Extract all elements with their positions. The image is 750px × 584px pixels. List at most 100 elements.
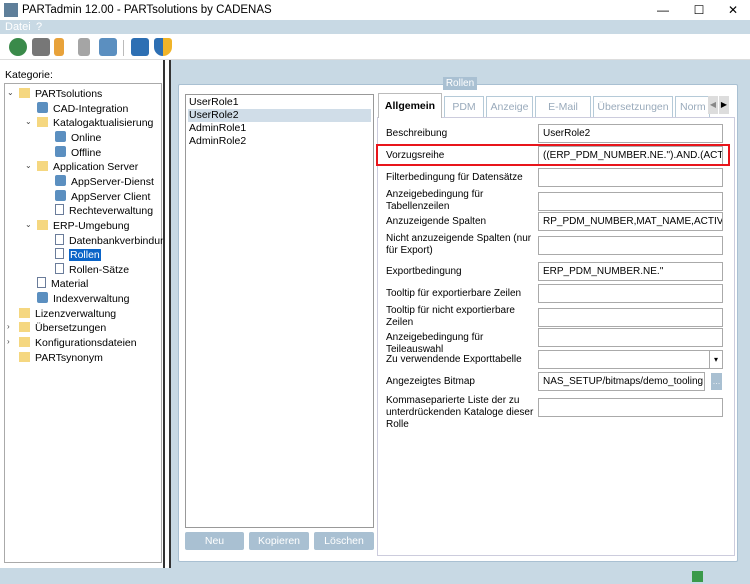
field-input[interactable] xyxy=(538,236,723,255)
minimize-button[interactable]: — xyxy=(646,0,680,20)
chevron-down-icon[interactable]: ▾ xyxy=(709,351,722,368)
tree-item[interactable]: Übersetzungen xyxy=(19,321,106,335)
document-icon xyxy=(55,262,64,274)
tree-item[interactable]: Katalogaktualisierung xyxy=(37,116,153,130)
role-list-item[interactable]: AdminRole2 xyxy=(188,135,371,148)
app-icon xyxy=(4,3,18,17)
menu-datei[interactable]: Datei xyxy=(5,21,31,33)
field-label: Anzeigebedingung für Tabellenzeilen xyxy=(386,189,484,212)
tree-item[interactable]: AppServer Client xyxy=(55,189,151,204)
tab-übersetzungen[interactable]: Übersetzungen xyxy=(593,96,673,117)
roles-group-legend: Rollen xyxy=(443,77,477,90)
tree-item[interactable]: PARTsolutions xyxy=(19,87,102,101)
tree-item[interactable]: Rollen xyxy=(55,248,101,262)
tree-item-label: Übersetzungen xyxy=(35,322,107,335)
tab-scroll-right[interactable]: ▶ xyxy=(719,96,729,114)
shield-icon[interactable] xyxy=(154,38,172,56)
tab-e-mail[interactable]: E-Mail xyxy=(535,96,591,117)
close-button[interactable]: ✕ xyxy=(716,0,750,20)
maximize-button[interactable]: ☐ xyxy=(682,0,716,20)
roles-list[interactable]: UserRole1 UserRole2 AdminRole1 AdminRole2 xyxy=(185,94,374,528)
field-label: Nicht anzuzeigende Spalten (nur für Expo… xyxy=(386,233,532,256)
field-input[interactable] xyxy=(538,328,723,347)
tree-item[interactable]: Rechteverwaltung xyxy=(55,204,153,218)
tree-item[interactable]: Application Server xyxy=(37,160,138,174)
delete-button[interactable]: Löschen xyxy=(314,532,374,550)
tree-item-label: Offline xyxy=(71,146,102,159)
field-label: Tooltip für nicht exportierbare Zeilen xyxy=(386,305,515,328)
tree-item[interactable]: ERP-Umgebung xyxy=(37,219,129,233)
tab-pdm[interactable]: PDM xyxy=(444,96,484,117)
tree-item-label: Application Server xyxy=(53,161,139,174)
field-input[interactable] xyxy=(538,192,723,211)
tree-item[interactable]: Offline xyxy=(55,145,102,160)
field-input[interactable]: UserRole2 xyxy=(538,124,723,143)
folder-icon xyxy=(37,219,48,230)
tree-item[interactable]: CAD-Integration xyxy=(37,101,128,116)
settings-icon[interactable] xyxy=(99,38,117,56)
splitter[interactable] xyxy=(163,60,171,568)
node-icon xyxy=(55,189,66,201)
tree-item-label: Rechteverwaltung xyxy=(69,205,154,218)
field-input[interactable] xyxy=(538,398,723,417)
menu-bar: Datei ? xyxy=(0,20,750,34)
menu-help[interactable]: ? xyxy=(36,21,42,33)
tab-norm[interactable]: Norm xyxy=(675,96,710,117)
field-label: Exportbedingung xyxy=(386,266,462,277)
tree-item[interactable]: Rollen-Sätze xyxy=(55,262,129,277)
tree-item-label: PARTsolutions xyxy=(35,88,103,100)
expand-toggle-icon[interactable]: ⌄ xyxy=(25,117,32,126)
field-input[interactable]: NAS_SETUP/bitmaps/demo_tooling.bmp xyxy=(538,372,705,391)
tree-item[interactable]: Material xyxy=(37,277,88,291)
tree-item-label: AppServer Client xyxy=(71,190,151,203)
highlight-box xyxy=(376,144,730,166)
tree-item[interactable]: Online xyxy=(55,130,101,145)
field-input[interactable]: ERP_PDM_NUMBER.NE.'' xyxy=(538,262,723,281)
folder-icon xyxy=(37,117,48,128)
hierarchy-icon[interactable] xyxy=(54,38,64,56)
tree-item[interactable]: Lizenzverwaltung xyxy=(19,307,116,321)
tree-item[interactable]: AppServer-Dienst xyxy=(55,174,154,189)
field-input[interactable] xyxy=(538,350,723,369)
field-input[interactable] xyxy=(538,168,723,187)
tree-item[interactable]: Indexverwaltung xyxy=(37,292,129,306)
node-icon xyxy=(55,145,66,157)
field-label: Zu verwendende Exporttabelle xyxy=(386,354,522,365)
category-label: Kategorie: xyxy=(5,69,53,81)
toolbar xyxy=(0,34,750,60)
role-list-item[interactable]: AdminRole1 xyxy=(188,122,371,135)
tab-allgemein[interactable]: Allgemein xyxy=(378,93,442,118)
field-input[interactable] xyxy=(538,284,723,303)
tree-item[interactable]: Datenbankverbindung xyxy=(55,233,172,248)
tab-anzeige[interactable]: Anzeige xyxy=(486,96,533,117)
expand-toggle-icon[interactable]: › xyxy=(7,337,10,346)
printer-icon[interactable] xyxy=(32,38,50,56)
tree-item[interactable]: PARTsynonym xyxy=(19,351,103,365)
node-icon xyxy=(55,174,66,186)
tree-item[interactable]: Konfigurationsdateien xyxy=(19,336,137,350)
browse-button[interactable]: … xyxy=(711,373,722,390)
tree-item-label: Datenbankverbindung xyxy=(69,234,172,247)
tree-item-label: Material xyxy=(51,278,89,291)
globe-sync-icon[interactable] xyxy=(9,38,27,56)
status-icon xyxy=(692,571,703,582)
expand-toggle-icon[interactable]: ⌄ xyxy=(25,220,32,229)
category-tree[interactable]: ⌄ PARTsolutions CAD-Integration ⌄ Katalogakt… xyxy=(4,83,172,563)
field-input[interactable] xyxy=(538,308,723,327)
new-button[interactable]: Neu xyxy=(185,532,244,550)
field-input[interactable]: RP_PDM_NUMBER,MAT_NAME,ACTIVE_STATE xyxy=(538,212,723,231)
copy-button[interactable]: Kopieren xyxy=(249,532,309,550)
window-title: PARTadmin 12.00 - PARTsolutions by CADEN… xyxy=(22,4,272,16)
tab-scroll-left[interactable]: ◀ xyxy=(708,96,718,114)
expand-toggle-icon[interactable]: › xyxy=(7,322,10,331)
save-icon[interactable] xyxy=(131,38,149,56)
role-list-item[interactable]: UserRole1 xyxy=(188,96,371,109)
document-icon xyxy=(37,277,46,289)
folder-icon xyxy=(19,307,30,318)
role-list-item[interactable]: UserRole2 xyxy=(188,109,371,122)
document-icon xyxy=(55,233,64,245)
expand-toggle-icon[interactable]: ⌄ xyxy=(7,88,14,97)
keys-icon[interactable] xyxy=(78,38,90,56)
expand-toggle-icon[interactable]: ⌄ xyxy=(25,161,32,170)
tree-item-label: PARTsynonym xyxy=(35,351,103,364)
